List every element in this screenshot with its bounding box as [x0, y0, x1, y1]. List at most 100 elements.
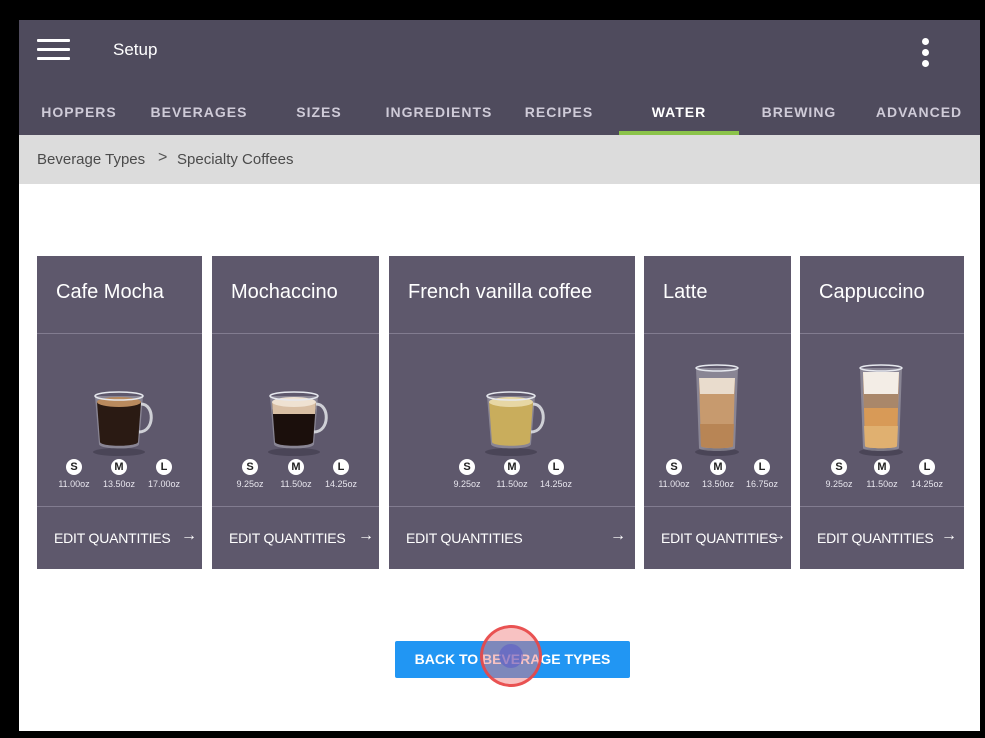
- size-volume: 11.00oz: [658, 479, 690, 489]
- size-letter: M: [504, 459, 520, 475]
- size-medium: M 13.50oz: [94, 459, 144, 489]
- divider: [389, 333, 635, 334]
- glass-image: [859, 364, 903, 456]
- size-letter: S: [66, 459, 82, 475]
- more-options-icon[interactable]: [917, 36, 935, 70]
- touch-indicator: [480, 625, 542, 687]
- divider: [644, 333, 791, 334]
- beverage-card-latte: Latte S 11.00oz M 13.50oz L 16.75oz EDIT QU…: [644, 256, 791, 569]
- edit-quantities-label: EDIT QUANTITIES: [54, 530, 171, 546]
- tab-advanced[interactable]: ADVANCED: [859, 97, 979, 135]
- size-volume: 14.25oz: [910, 479, 944, 489]
- size-volume: 11.50oz: [866, 479, 898, 489]
- app-bar: Setup HOPPERS BEVERAGES SIZES INGREDIENT…: [19, 20, 980, 135]
- size-list: S 9.25oz M 11.50oz L 14.25oz: [212, 459, 379, 499]
- beverage-card-mochaccino: Mochaccino S 9.25oz M 11.50oz L 14.25oz EDI…: [212, 256, 379, 569]
- size-medium: M 13.50oz: [693, 459, 743, 489]
- size-volume: 9.25oz: [453, 479, 481, 489]
- size-small: S 11.00oz: [649, 459, 699, 489]
- size-volume: 14.25oz: [539, 479, 573, 489]
- size-volume: 16.75oz: [745, 479, 779, 489]
- tab-label: WATER: [651, 104, 707, 120]
- size-large: L 14.25oz: [531, 459, 581, 489]
- arrow-right-icon: →: [941, 527, 957, 544]
- divider: [800, 333, 964, 334]
- tab-bar: HOPPERS BEVERAGES SIZES INGREDIENTS RECI…: [19, 97, 980, 135]
- size-volume: 11.50oz: [496, 479, 528, 489]
- size-letter: L: [754, 459, 770, 475]
- beverage-name: Latte: [663, 281, 708, 303]
- size-letter: L: [548, 459, 564, 475]
- size-volume: 17.00oz: [147, 479, 181, 489]
- edit-quantities-button[interactable]: EDIT QUANTITIES →: [389, 507, 635, 569]
- page-title: Setup: [113, 40, 158, 59]
- edit-quantities-label: EDIT QUANTITIES: [406, 530, 523, 546]
- tab-label: ADVANCED: [875, 104, 963, 120]
- tab-recipes[interactable]: RECIPES: [499, 97, 619, 135]
- glass-image: [695, 364, 739, 456]
- size-large: L 16.75oz: [737, 459, 787, 489]
- breadcrumb-separator: >: [158, 149, 168, 166]
- size-medium: M 11.50oz: [271, 459, 321, 489]
- size-list: S 9.25oz M 11.50oz L 14.25oz: [800, 459, 964, 499]
- tab-label: BEVERAGES: [150, 104, 248, 120]
- size-letter: S: [459, 459, 475, 475]
- tab-ingredients[interactable]: INGREDIENTS: [379, 97, 499, 135]
- edit-quantities-button[interactable]: EDIT QUANTITIES →: [212, 507, 379, 569]
- edit-quantities-button[interactable]: EDIT QUANTITIES →: [800, 507, 964, 569]
- size-volume: 11.00oz: [58, 479, 90, 489]
- edit-quantities-label: EDIT QUANTITIES: [817, 530, 934, 546]
- tab-beverages[interactable]: BEVERAGES: [139, 97, 259, 135]
- size-volume: 9.25oz: [236, 479, 264, 489]
- beverage-name: Mochaccino: [231, 281, 338, 303]
- size-medium: M 11.50oz: [487, 459, 537, 489]
- beverage-card-cafe-mocha: Cafe Mocha S 11.00oz M 13.50oz L 17.00oz ED…: [37, 256, 202, 569]
- edit-quantities-label: EDIT QUANTITIES: [229, 530, 346, 546]
- breadcrumb-beverage-types[interactable]: Beverage Types: [37, 151, 145, 168]
- tab-brewing[interactable]: BREWING: [739, 97, 859, 135]
- size-large: L 14.25oz: [316, 459, 366, 489]
- size-letter: S: [831, 459, 847, 475]
- size-small: S 9.25oz: [225, 459, 275, 489]
- size-letter: M: [874, 459, 890, 475]
- beverage-card-cappuccino: Cappuccino S 9.25oz M 11.50oz L 14.25oz EDI…: [800, 256, 964, 569]
- mug-image: [93, 391, 153, 456]
- edit-quantities-button[interactable]: EDIT QUANTITIES →: [37, 507, 202, 569]
- size-letter: M: [710, 459, 726, 475]
- size-small: S 9.25oz: [442, 459, 492, 489]
- size-volume: 14.25oz: [324, 479, 358, 489]
- size-letter: S: [666, 459, 682, 475]
- breadcrumb-current: Specialty Coffees: [177, 151, 294, 168]
- size-list: S 11.00oz M 13.50oz L 17.00oz: [37, 459, 202, 499]
- size-letter: M: [288, 459, 304, 475]
- edit-quantities-label: EDIT QUANTITIES: [661, 530, 778, 546]
- breadcrumb: Beverage Types > Specialty Coffees: [19, 135, 980, 184]
- arrow-right-icon: →: [770, 527, 786, 544]
- edit-quantities-button[interactable]: EDIT QUANTITIES →: [644, 507, 791, 569]
- beverage-card-french-vanilla-coffee: French vanilla coffee S 9.25oz M 11.50oz L…: [389, 256, 635, 569]
- size-letter: M: [111, 459, 127, 475]
- tab-sizes[interactable]: SIZES: [259, 97, 379, 135]
- size-list: S 9.25oz M 11.50oz L 14.25oz: [389, 459, 635, 499]
- mug-image: [485, 391, 545, 456]
- beverage-name: French vanilla coffee: [408, 281, 593, 303]
- tab-label: SIZES: [296, 104, 342, 120]
- size-list: S 11.00oz M 13.50oz L 16.75oz: [644, 459, 791, 499]
- divider: [212, 333, 379, 334]
- tab-label: BREWING: [761, 104, 837, 120]
- size-medium: M 11.50oz: [857, 459, 907, 489]
- beverage-name: Cafe Mocha: [56, 281, 164, 303]
- divider: [37, 333, 202, 334]
- size-large: L 17.00oz: [139, 459, 189, 489]
- size-volume: 13.50oz: [701, 479, 735, 489]
- tab-hoppers[interactable]: HOPPERS: [19, 97, 139, 135]
- touch-indicator-core: [499, 644, 523, 668]
- size-letter: L: [919, 459, 935, 475]
- size-large: L 14.25oz: [902, 459, 952, 489]
- hamburger-menu-icon[interactable]: [37, 39, 71, 61]
- size-volume: 11.50oz: [280, 479, 312, 489]
- mug-image: [268, 391, 328, 456]
- size-letter: L: [156, 459, 172, 475]
- tab-water[interactable]: WATER: [619, 97, 739, 135]
- app-window: Setup HOPPERS BEVERAGES SIZES INGREDIENT…: [19, 20, 980, 731]
